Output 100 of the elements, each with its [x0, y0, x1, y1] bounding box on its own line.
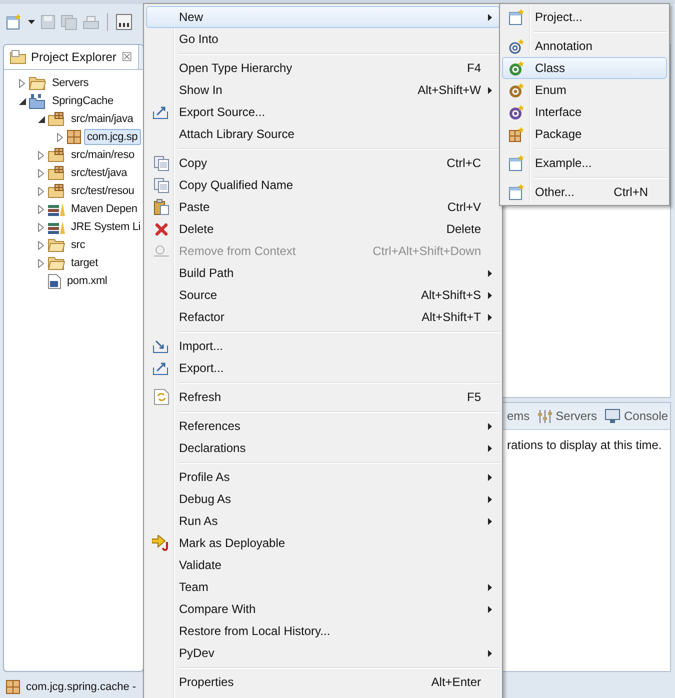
tree-item[interactable]: pom.xml — [64, 273, 110, 289]
source-folder-icon — [48, 166, 65, 180]
project-icon — [29, 94, 46, 108]
project-explorer-tab[interactable]: Project Explorer ☒ — [4, 45, 140, 69]
tree-item[interactable]: Maven Depen — [68, 201, 140, 217]
expanded-arrow-icon[interactable] — [38, 116, 44, 122]
submenu-arrow-icon — [488, 422, 492, 430]
menu-item[interactable]: Build Path — [146, 262, 500, 284]
menu-item[interactable]: Show In Alt+Shift+W — [146, 79, 500, 101]
tree-item[interactable]: Servers — [49, 75, 92, 91]
expanded-arrow-icon[interactable] — [18, 98, 26, 104]
class-icon — [509, 60, 525, 76]
menu-item[interactable]: Attach Library Source — [146, 123, 500, 145]
tree-item[interactable]: src/main/java — [68, 111, 136, 127]
folder-icon — [10, 50, 26, 64]
menu-item[interactable]: Interface — [502, 101, 667, 123]
menu-item[interactable]: Compare With — [146, 598, 500, 620]
tree-item[interactable]: src/test/java — [68, 165, 130, 181]
tree-item[interactable]: src/main/reso — [68, 147, 138, 163]
collapsed-arrow-icon[interactable] — [38, 186, 44, 196]
folder-icon — [29, 76, 46, 90]
menu-item[interactable]: Validate — [146, 554, 500, 576]
menu-item[interactable]: Properties Alt+Enter — [146, 671, 500, 693]
menu-item[interactable]: Other... Ctrl+N — [502, 181, 667, 203]
menu-item[interactable]: Export... — [146, 357, 500, 379]
menu-item[interactable]: Project... — [502, 6, 667, 28]
menu-item[interactable]: Team — [146, 576, 500, 598]
remove-icon — [154, 245, 168, 257]
menu-item[interactable]: Copy Qualified Name — [146, 174, 500, 196]
menu-item[interactable]: Example... — [502, 152, 667, 174]
new-wizard-icon — [509, 9, 525, 25]
import-icon — [153, 339, 169, 353]
menu-item[interactable]: Source Alt+Shift+S — [146, 284, 500, 306]
collapsed-arrow-icon[interactable] — [38, 222, 44, 232]
dropdown-caret-icon[interactable] — [28, 20, 35, 24]
tree-item[interactable]: src/test/resou — [68, 183, 138, 199]
empty-message: rations to display at this time. — [507, 438, 662, 452]
close-button[interactable]: ☒ — [121, 50, 132, 64]
view-tab[interactable]: ems — [507, 409, 530, 423]
copy-icon — [154, 178, 168, 192]
menu-item[interactable]: New — [146, 6, 500, 28]
menu-item[interactable]: Go Into — [146, 28, 500, 50]
submenu-arrow-icon — [488, 474, 492, 480]
new-wizard-icon — [509, 155, 525, 171]
collapsed-arrow-icon[interactable] — [38, 258, 44, 268]
submenu-arrow-icon — [488, 584, 492, 590]
menu-item[interactable]: Delete Delete — [146, 218, 500, 240]
menu-item[interactable]: Debug As — [146, 488, 500, 510]
tree-item[interactable]: target — [68, 255, 101, 271]
collapsed-arrow-icon[interactable] — [38, 240, 44, 250]
menu-item[interactable]: Profile As — [146, 466, 500, 488]
menu-item[interactable]: Import... — [146, 335, 500, 357]
menu-item[interactable]: Refactor Alt+Shift+T — [146, 306, 500, 328]
binary-file-icon[interactable] — [116, 14, 132, 30]
menu-item[interactable]: Mark as Deployable — [146, 532, 500, 554]
export-icon — [153, 361, 169, 375]
menu-item[interactable]: Class — [502, 57, 667, 79]
view-tab[interactable]: Servers — [538, 409, 598, 423]
maven-file-icon — [48, 274, 61, 288]
menu-item[interactable]: Copy Ctrl+C — [146, 152, 500, 174]
tree-item[interactable]: SpringCache — [49, 93, 116, 109]
collapsed-arrow-icon[interactable] — [19, 78, 25, 88]
delete-icon — [154, 222, 168, 236]
menu-item[interactable]: Declarations — [146, 437, 500, 459]
tree-item[interactable]: com.jcg.sp — [84, 129, 141, 145]
menu-item[interactable]: Run As — [146, 510, 500, 532]
collapsed-arrow-icon[interactable] — [38, 204, 44, 214]
submenu-arrow-icon — [488, 292, 492, 298]
menu-item[interactable]: Annotation — [502, 35, 667, 57]
submenu-arrow-icon — [488, 86, 492, 94]
menu-item[interactable]: PyDev — [146, 642, 500, 664]
collapsed-arrow-icon[interactable] — [57, 132, 63, 142]
menu-item[interactable]: Export Source... — [146, 101, 500, 123]
tree-item[interactable]: JRE System Li — [68, 219, 143, 235]
export-icon — [153, 105, 169, 119]
enum-icon — [509, 82, 525, 98]
menu-item[interactable]: Refresh F5 — [146, 386, 500, 408]
tree-item[interactable]: src — [68, 237, 88, 253]
save-icon[interactable] — [41, 15, 55, 29]
interface-icon — [509, 104, 525, 120]
menu-item[interactable]: Open Type Hierarchy F4 — [146, 57, 500, 79]
source-folder-icon — [48, 148, 65, 162]
refresh-icon — [154, 389, 168, 405]
submenu-arrow-icon — [488, 14, 492, 20]
menu-item[interactable]: Package — [502, 123, 667, 145]
status-text: com.jcg.spring.cache - — [26, 681, 136, 693]
view-tab[interactable]: Console — [605, 409, 668, 423]
menu-item[interactable]: Paste Ctrl+V — [146, 196, 500, 218]
panel-title: Project Explorer — [31, 50, 116, 64]
menu-item[interactable]: Restore from Local History... — [146, 620, 500, 642]
collapsed-arrow-icon[interactable] — [38, 150, 44, 160]
package-icon — [67, 130, 81, 144]
submenu-arrow-icon — [488, 518, 492, 524]
menu-item[interactable]: References — [146, 415, 500, 437]
submenu-arrow-icon — [488, 314, 492, 320]
source-folder-icon — [48, 184, 65, 198]
menu-item[interactable]: Enum — [502, 79, 667, 101]
collapsed-arrow-icon[interactable] — [38, 168, 44, 178]
print-icon[interactable] — [83, 16, 99, 28]
new-file-icon[interactable] — [6, 14, 22, 30]
